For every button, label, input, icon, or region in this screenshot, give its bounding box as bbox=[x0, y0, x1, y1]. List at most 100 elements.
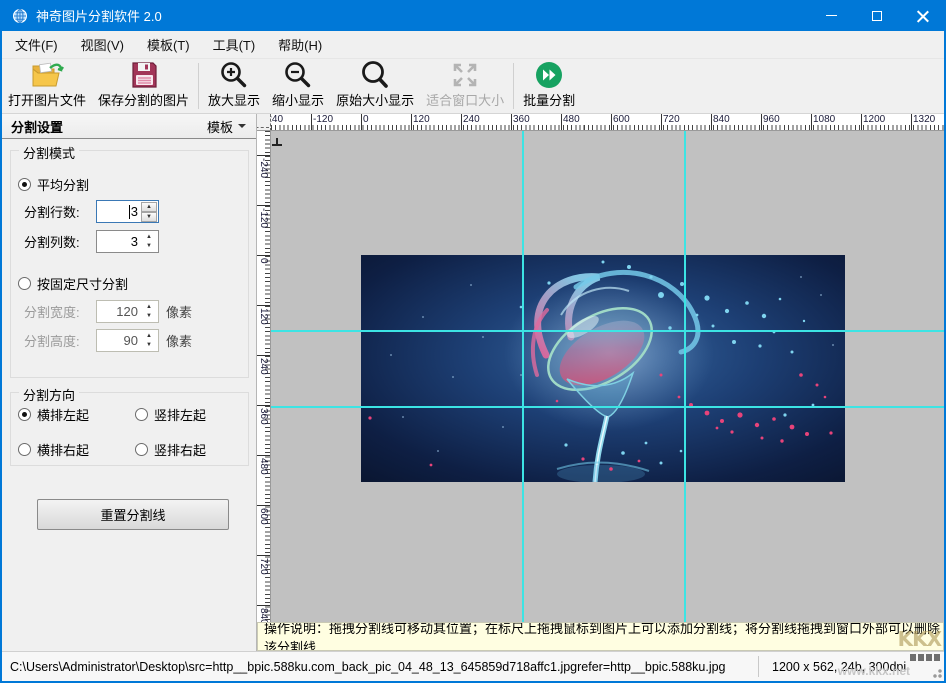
spinner-arrows-icon[interactable]: ▲▼ bbox=[142, 303, 156, 320]
split-height-row: 分割高度: 90 ▲▼ 像素 bbox=[2, 329, 192, 352]
title-bar[interactable]: 神奇图片分割软件 2.0 bbox=[0, 0, 946, 31]
zoom-out-button[interactable]: 缩小显示 bbox=[266, 59, 330, 113]
zoom-out-icon bbox=[283, 60, 313, 90]
save-split-images-button[interactable]: 保存分割的图片 bbox=[92, 59, 195, 113]
menu-view[interactable]: 视图(V) bbox=[71, 30, 134, 59]
ruler-label: 1080 bbox=[813, 114, 835, 125]
open-folder-icon bbox=[30, 60, 64, 90]
instruction-text: 操作说明：拖拽分割线可移动其位置；在标尺上拖拽鼠标到图片上可以添加分割线；将分割… bbox=[264, 622, 943, 651]
close-button[interactable] bbox=[900, 0, 946, 31]
ruler-major-tick bbox=[257, 305, 271, 306]
fit-window-icon bbox=[450, 60, 480, 90]
reset-split-lines-button[interactable]: 重置分割线 bbox=[37, 499, 229, 530]
ruler-label: 1320 bbox=[913, 114, 935, 125]
ruler-major-tick bbox=[661, 114, 662, 130]
original-size-button[interactable]: 原始大小显示 bbox=[330, 59, 420, 113]
spinner-arrows-icon[interactable]: ▲▼ bbox=[142, 332, 156, 349]
zoom-in-button[interactable]: 放大显示 bbox=[202, 59, 266, 113]
split-height-label: 分割高度: bbox=[24, 331, 96, 350]
watermark-artifact: KKX bbox=[898, 627, 941, 651]
menu-help[interactable]: 帮助(H) bbox=[268, 30, 332, 59]
split-settings-panel: 分割设置 模板 分割模式 平均分割 分割行数: 3 ▲▼ 分割列数: 3 bbox=[2, 114, 257, 651]
fit-window-button[interactable]: 适合窗口大小 bbox=[420, 59, 510, 113]
split-width-row: 分割宽度: 120 ▲▼ 像素 bbox=[2, 300, 192, 323]
spinner-arrows-icon[interactable]: ▲▼ bbox=[142, 233, 156, 250]
ruler-major-tick bbox=[361, 114, 362, 130]
zoom-in-icon bbox=[219, 60, 249, 90]
split-mode-group-label: 分割模式 bbox=[19, 143, 79, 162]
minimize-button[interactable] bbox=[808, 0, 854, 31]
ruler-major-tick bbox=[511, 114, 512, 130]
ruler-position-marker bbox=[272, 144, 282, 146]
horizontal-ruler[interactable]: -240-12001202403604806007208409601080120… bbox=[257, 114, 944, 131]
menu-template[interactable]: 模板(T) bbox=[137, 30, 200, 59]
average-split-radio[interactable]: 平均分割 bbox=[18, 175, 89, 194]
fixed-size-split-radio[interactable]: 按固定尺寸分割 bbox=[18, 274, 128, 293]
toolbar-button-label: 放大显示 bbox=[208, 90, 260, 109]
ruler-label: 480 bbox=[258, 458, 269, 475]
toolbar-button-label: 原始大小显示 bbox=[336, 90, 414, 109]
split-line-vertical-1[interactable] bbox=[522, 131, 524, 622]
panel-title: 分割设置 bbox=[11, 117, 63, 136]
batch-split-icon bbox=[534, 60, 564, 90]
split-cols-spinner[interactable]: 3 ▲▼ bbox=[96, 230, 159, 253]
ruler-major-tick bbox=[257, 155, 271, 156]
status-separator bbox=[758, 656, 759, 677]
ruler-label: -240 bbox=[271, 114, 283, 125]
split-rows-row: 分割行数: 3 ▲▼ bbox=[2, 200, 159, 223]
direction-radio-h-left[interactable]: 横排左起 bbox=[18, 405, 89, 424]
maximize-button[interactable] bbox=[854, 0, 900, 31]
toolbar-separator bbox=[198, 63, 199, 109]
resize-grip[interactable] bbox=[930, 666, 942, 678]
toolbar-button-label: 缩小显示 bbox=[272, 90, 324, 109]
batch-split-button[interactable]: 批量分割 bbox=[517, 59, 581, 113]
ruler-label: 960 bbox=[763, 114, 780, 125]
toolbar-button-label: 批量分割 bbox=[523, 90, 575, 109]
split-height-spinner[interactable]: 90 ▲▼ bbox=[96, 329, 159, 352]
ruler-corner bbox=[257, 114, 271, 131]
split-rows-label: 分割行数: bbox=[24, 202, 96, 221]
radio-selected-icon bbox=[18, 408, 31, 421]
split-cols-label: 分割列数: bbox=[24, 232, 96, 251]
save-floppy-icon bbox=[129, 60, 159, 90]
ruler-label: 240 bbox=[258, 358, 269, 375]
ruler-major-tick bbox=[561, 114, 562, 130]
direction-radio-h-right[interactable]: 横排右起 bbox=[18, 440, 89, 459]
close-icon bbox=[917, 10, 929, 22]
ruler-label: 600 bbox=[258, 508, 269, 525]
app-globe-icon bbox=[12, 8, 28, 24]
menu-tools[interactable]: 工具(T) bbox=[203, 30, 266, 59]
toolbar: 打开图片文件 保存分割的图片 bbox=[2, 58, 944, 114]
status-file-path: C:\Users\Administrator\Desktop\src=http_… bbox=[10, 660, 726, 674]
split-rows-spinner[interactable]: 3 ▲▼ bbox=[96, 200, 159, 223]
hruler-ticks: -240-12001202403604806007208409601080120… bbox=[271, 114, 944, 130]
image-canvas[interactable] bbox=[271, 131, 944, 622]
ruler-label: 240 bbox=[463, 114, 480, 125]
ruler-label: -120 bbox=[313, 114, 333, 125]
ruler-major-tick bbox=[861, 114, 862, 130]
open-image-button[interactable]: 打开图片文件 bbox=[2, 59, 92, 113]
split-width-spinner[interactable]: 120 ▲▼ bbox=[96, 300, 159, 323]
preview-image bbox=[361, 255, 845, 482]
split-line-vertical-2[interactable] bbox=[684, 131, 686, 622]
split-line-horizontal-2[interactable] bbox=[271, 406, 944, 408]
menu-file[interactable]: 文件(F) bbox=[5, 30, 68, 59]
chevron-down-icon bbox=[238, 124, 246, 128]
ruler-major-tick bbox=[811, 114, 812, 130]
watermark-blocks bbox=[910, 654, 940, 661]
split-width-label: 分割宽度: bbox=[24, 302, 96, 321]
text-caret bbox=[129, 205, 130, 219]
ruler-major-tick bbox=[257, 255, 271, 256]
vertical-ruler[interactable]: -240-1200120240360480600720840 bbox=[257, 131, 271, 622]
app-window: 神奇图片分割软件 2.0 文件(F) 视图(V) 模板(T) 工具(T) 帮助(… bbox=[0, 0, 946, 683]
direction-radio-v-right[interactable]: 竖排右起 bbox=[135, 440, 206, 459]
ruler-major-tick bbox=[411, 114, 412, 130]
ruler-label: 0 bbox=[363, 114, 369, 125]
ruler-major-tick bbox=[761, 114, 762, 130]
template-dropdown-button[interactable]: 模板 bbox=[207, 117, 246, 136]
direction-radio-v-left[interactable]: 竖排左起 bbox=[135, 405, 206, 424]
split-line-horizontal-1[interactable] bbox=[271, 330, 944, 332]
spinner-arrows-icon[interactable]: ▲▼ bbox=[141, 202, 157, 221]
ruler-label: 600 bbox=[613, 114, 630, 125]
ruler-label: 120 bbox=[258, 308, 269, 325]
